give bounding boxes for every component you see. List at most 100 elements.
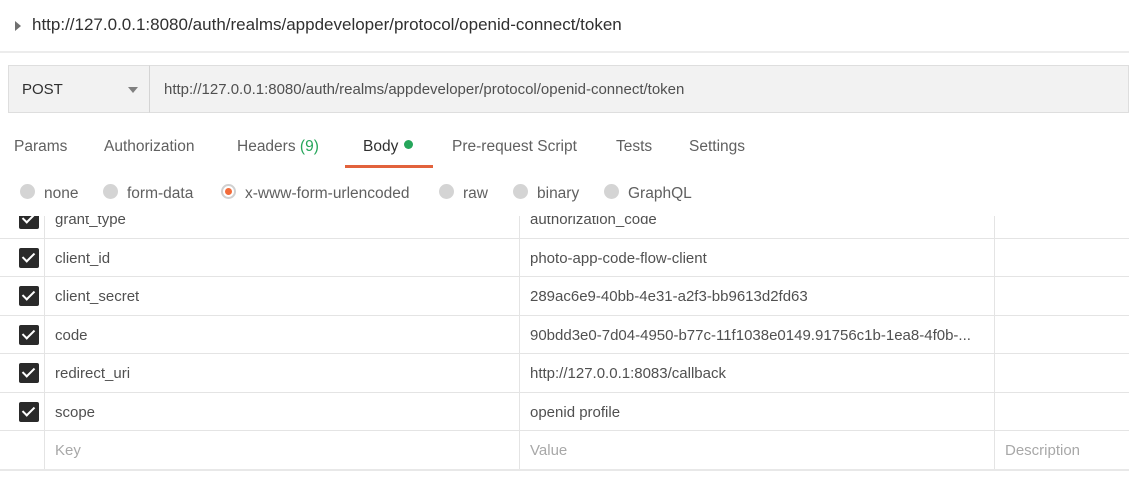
new-value-input[interactable]: Value xyxy=(520,431,995,469)
param-value: photo-app-code-flow-client xyxy=(530,249,707,267)
radio-graphql-label: GraphQL xyxy=(628,185,692,202)
key-cell[interactable]: code xyxy=(45,315,520,353)
radio-none[interactable]: none xyxy=(20,184,79,203)
radio-binary[interactable]: binary xyxy=(513,184,580,203)
description-cell[interactable] xyxy=(995,277,1129,315)
request-title-bar: http://127.0.0.1:8080/auth/realms/appdev… xyxy=(0,0,1129,53)
table-row: grant_type authorization_code xyxy=(0,216,1129,239)
radio-raw-label: raw xyxy=(463,185,488,202)
description-cell[interactable] xyxy=(995,316,1129,354)
key-cell[interactable]: scope xyxy=(45,392,520,430)
radio-circle-icon xyxy=(103,184,118,200)
param-key: code xyxy=(55,326,88,344)
tab-params[interactable]: Params xyxy=(14,138,67,156)
new-key-input[interactable]: Key xyxy=(45,431,520,469)
param-value: authorization_code xyxy=(530,216,657,228)
checkbox-checked-icon[interactable] xyxy=(19,401,39,422)
value-cell[interactable]: http://127.0.0.1:8083/callback xyxy=(520,354,995,392)
param-key: grant_type xyxy=(55,216,126,228)
checkbox-cell xyxy=(0,315,45,353)
tab-prerequest-script[interactable]: Pre-request Script xyxy=(452,138,577,156)
radio-urlencoded[interactable]: x-www-form-urlencoded xyxy=(221,184,410,203)
checkbox-cell xyxy=(0,392,45,430)
value-placeholder: Value xyxy=(530,442,568,459)
param-key: client_id xyxy=(55,249,111,267)
radio-circle-icon xyxy=(604,184,619,200)
description-cell[interactable] xyxy=(995,239,1129,277)
radio-urlencoded-label: x-www-form-urlencoded xyxy=(245,185,410,202)
checkbox-checked-icon[interactable] xyxy=(19,286,39,306)
value-cell[interactable]: 90bdd3e0-7d04-4950-b77c-11f1038e0149.917… xyxy=(520,315,995,353)
radio-form-data-label: form-data xyxy=(127,185,194,202)
active-tab-underline xyxy=(345,165,433,168)
table-row: client_id photo-app-code-flow-client xyxy=(0,238,1129,277)
key-cell[interactable]: client_secret xyxy=(45,277,520,315)
body-indicator-dot-icon xyxy=(404,140,414,150)
description-cell[interactable] xyxy=(995,393,1129,431)
tab-headers-label: Headers xyxy=(237,138,296,155)
new-description-input[interactable]: Description xyxy=(995,431,1129,469)
key-cell[interactable]: grant_type xyxy=(45,216,520,238)
param-value: http://127.0.0.1:8083/callback xyxy=(530,365,726,382)
tab-headers[interactable]: Headers (9) xyxy=(237,138,319,156)
key-placeholder: Key xyxy=(55,442,81,459)
chevron-down-icon xyxy=(128,87,138,93)
url-input[interactable]: http://127.0.0.1:8080/auth/realms/appdev… xyxy=(150,65,1129,113)
checkbox-cell xyxy=(0,277,45,315)
checkbox-cell xyxy=(0,431,45,469)
radio-selected-icon xyxy=(221,184,236,200)
radio-graphql[interactable]: GraphQL xyxy=(604,184,692,203)
param-value: openid profile xyxy=(530,403,621,421)
radio-form-data[interactable]: form-data xyxy=(103,184,194,203)
param-key: scope xyxy=(55,403,96,421)
method-label: POST xyxy=(22,81,63,98)
radio-circle-icon xyxy=(20,184,35,200)
value-cell[interactable]: authorization_code xyxy=(520,216,995,238)
param-key: redirect_uri xyxy=(55,365,131,382)
method-select[interactable]: POST xyxy=(8,65,150,113)
checkbox-checked-icon[interactable] xyxy=(19,247,39,268)
checkbox-cell xyxy=(0,216,45,238)
description-cell[interactable] xyxy=(995,216,1129,238)
key-cell[interactable]: redirect_uri xyxy=(45,354,520,392)
headers-count-badge: (9) xyxy=(299,138,319,155)
tab-body-label: Body xyxy=(363,138,399,155)
table-row: scope openid profile xyxy=(0,392,1129,431)
checkbox-cell xyxy=(0,354,45,392)
body-type-radios: none form-data x-www-form-urlencoded raw… xyxy=(0,182,1129,208)
request-tabs: Params Authorization Headers (9) Body Pr… xyxy=(0,130,1129,170)
radio-binary-label: binary xyxy=(537,185,580,202)
value-cell[interactable]: photo-app-code-flow-client xyxy=(520,238,995,276)
params-table: grant_type authorization_code client_id pho… xyxy=(0,216,1129,472)
request-title[interactable]: http://127.0.0.1:8080/auth/realms/appdev… xyxy=(32,15,622,35)
table-bottom-border xyxy=(0,469,1129,471)
tab-tests[interactable]: Tests xyxy=(616,138,652,156)
radio-raw[interactable]: raw xyxy=(439,184,488,203)
description-cell[interactable] xyxy=(995,354,1129,392)
radio-none-label: none xyxy=(44,185,79,202)
param-value: 289ac6e9-40bb-4e31-a2f3-bb9613d2fd63 xyxy=(530,288,808,305)
radio-circle-icon xyxy=(439,184,454,200)
tab-authorization[interactable]: Authorization xyxy=(104,138,194,156)
table-row: client_secret 289ac6e9-40bb-4e31-a2f3-bb9… xyxy=(0,277,1129,316)
param-key: client_secret xyxy=(55,288,140,305)
expand-caret-icon[interactable] xyxy=(15,21,21,31)
param-value: 90bdd3e0-7d04-4950-b77c-11f1038e0149.917… xyxy=(530,326,971,344)
table-row: code 90bdd3e0-7d04-4950-b77c-11f1038e0149… xyxy=(0,315,1129,354)
checkbox-cell xyxy=(0,238,45,276)
tab-body[interactable]: Body xyxy=(363,138,414,156)
table-row: redirect_uri http://127.0.0.1:8083/callba… xyxy=(0,354,1129,393)
params-table-body: grant_type authorization_code client_id pho… xyxy=(0,216,1129,470)
key-cell[interactable]: client_id xyxy=(45,238,520,276)
radio-circle-icon xyxy=(513,184,528,200)
new-param-row: Key Value Description xyxy=(0,431,1129,470)
value-cell[interactable]: openid profile xyxy=(520,392,995,430)
description-placeholder: Description xyxy=(1005,442,1081,459)
request-bar: POST http://127.0.0.1:8080/auth/realms/a… xyxy=(8,65,1129,114)
url-text: http://127.0.0.1:8080/auth/realms/appdev… xyxy=(164,81,685,98)
checkbox-checked-icon[interactable] xyxy=(19,216,39,229)
checkbox-checked-icon[interactable] xyxy=(19,363,39,383)
value-cell[interactable]: 289ac6e9-40bb-4e31-a2f3-bb9613d2fd63 xyxy=(520,277,995,315)
checkbox-checked-icon[interactable] xyxy=(19,324,39,345)
tab-settings[interactable]: Settings xyxy=(689,138,745,156)
